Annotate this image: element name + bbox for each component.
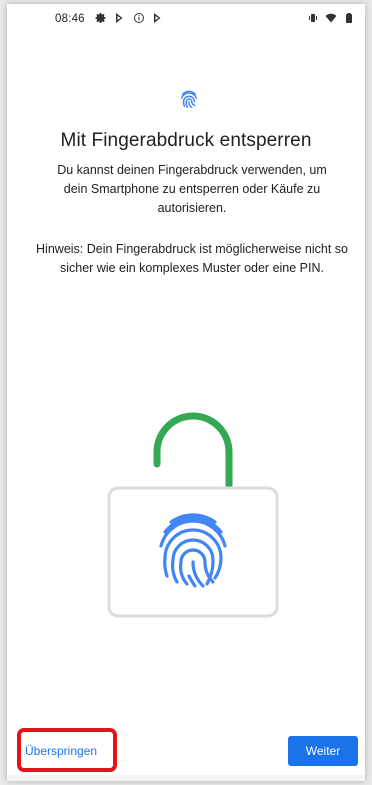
unlocked-padlock-illustration (107, 412, 279, 618)
setup-screen: 08:46 Mit Fingerabdruck entsperren Du ka… (7, 4, 365, 781)
notification-icons (95, 12, 164, 24)
padlock-body (107, 486, 279, 618)
wifi-icon (325, 13, 337, 23)
next-button[interactable]: Weiter (288, 736, 358, 766)
padlock-shackle (153, 412, 233, 494)
vibrate-icon (309, 14, 317, 22)
settings-icon (95, 13, 106, 24)
status-time: 08:46 (55, 13, 85, 25)
page-title: Mit Fingerabdruck entsperren (60, 130, 312, 151)
info-icon (134, 13, 144, 23)
play-store-icon (154, 13, 161, 23)
system-icons (307, 12, 355, 24)
play-store-icon (116, 13, 123, 23)
status-bar: 08:46 (7, 4, 365, 34)
navigation-bar (7, 775, 365, 781)
fingerprint-icon (180, 90, 198, 108)
skip-button[interactable]: Überspringen (25, 744, 97, 758)
battery-icon (346, 13, 352, 23)
security-note: Hinweis: Dein Fingerabdruck ist mögliche… (36, 242, 348, 275)
description-text: Du kannst deinen Fingerabdruck verwenden… (57, 163, 327, 215)
